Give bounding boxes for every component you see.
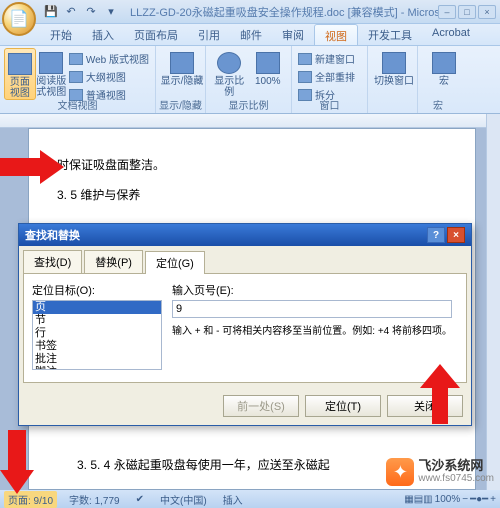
macro-icon: [432, 52, 456, 74]
dialog-body: 定位目标(O): 页 节 行 书签 批注 脚注 输入页号(E): 输入 + 和 …: [23, 273, 467, 383]
ribbon: 页面视图 阅读版式视图 Web 版式视图 大纲视图 普通视图 文档视图 显示/隐…: [0, 46, 500, 114]
print-layout-button[interactable]: 页面视图: [4, 48, 36, 100]
list-item[interactable]: 页: [33, 301, 161, 314]
page-number-label: 输入页号(E):: [172, 282, 452, 298]
tab-goto[interactable]: 定位(G): [145, 251, 205, 274]
outline-icon: [69, 71, 83, 83]
page-number-input[interactable]: [172, 300, 452, 318]
zoom-in-button[interactable]: +: [490, 494, 496, 505]
tab-references[interactable]: 引用: [188, 24, 230, 45]
dialog-close-button[interactable]: ×: [447, 227, 465, 243]
zoom-controls: ▦▤▥ 100% − ━●━ +: [404, 494, 496, 505]
status-page[interactable]: 页面: 9/10: [4, 491, 57, 508]
tab-review[interactable]: 审阅: [272, 24, 314, 45]
tab-view[interactable]: 视图: [314, 24, 358, 45]
web-icon: [69, 53, 83, 65]
window-title: LLZZ-GD-20永磁起重吸盘安全操作规程.doc [兼容模式] - Micr…: [130, 4, 438, 20]
window-controls: – □ ×: [438, 5, 496, 19]
ribbon-group-window: 新建窗口 全部重排 拆分 窗口: [292, 46, 368, 113]
close-button[interactable]: 关闭: [387, 395, 463, 417]
ribbon-group-switch: 切换窗口: [368, 46, 418, 113]
undo-icon[interactable]: ↶: [64, 5, 78, 19]
zoom-icon: [217, 52, 241, 74]
zoom-100-button[interactable]: 100%: [249, 48, 288, 100]
find-replace-dialog: 查找和替换 ? × 查找(D) 替换(P) 定位(G) 定位目标(O): 页 节…: [18, 223, 472, 426]
new-window-icon: [298, 53, 312, 65]
watermark-url: www.fs0745.com: [418, 472, 494, 485]
dialog-tabs: 查找(D) 替换(P) 定位(G): [19, 246, 471, 273]
outline-button[interactable]: 大纲视图: [67, 68, 151, 85]
quick-access-toolbar: 💾 ↶ ↷ ▾: [44, 5, 118, 19]
watermark-logo-icon: ✦: [386, 458, 414, 486]
minimize-button[interactable]: –: [438, 5, 456, 19]
show-hide-button[interactable]: 显示/隐藏: [160, 48, 204, 100]
dialog-titlebar[interactable]: 查找和替换 ? ×: [19, 224, 471, 246]
dialog-help-button[interactable]: ?: [427, 227, 445, 243]
tab-acrobat[interactable]: Acrobat: [422, 24, 480, 45]
status-language[interactable]: 中文(中国): [156, 492, 211, 507]
reading-layout-button[interactable]: 阅读版式视图: [36, 48, 67, 100]
tab-find[interactable]: 查找(D): [23, 250, 82, 273]
arrange-button[interactable]: 全部重排: [296, 68, 363, 85]
status-proof[interactable]: ✔: [132, 494, 148, 505]
new-window-button[interactable]: 新建窗口: [296, 50, 363, 67]
target-label: 定位目标(O):: [32, 282, 162, 298]
dialog-title-text: 查找和替换: [25, 227, 80, 243]
goto-button[interactable]: 定位(T): [305, 395, 381, 417]
tab-developer[interactable]: 开发工具: [358, 24, 422, 45]
tab-home[interactable]: 开始: [40, 24, 82, 45]
pct-icon: [256, 52, 280, 74]
list-item[interactable]: 批注: [33, 353, 161, 366]
ribbon-group-views: 页面视图 阅读版式视图 Web 版式视图 大纲视图 普通视图 文档视图: [0, 46, 156, 113]
prev-button[interactable]: 前一处(S): [223, 395, 299, 417]
tab-insert[interactable]: 插入: [82, 24, 124, 45]
switch-window-button[interactable]: 切换窗口: [372, 48, 416, 100]
list-item[interactable]: 行: [33, 327, 161, 340]
vertical-scrollbar[interactable]: [486, 114, 500, 490]
ribbon-group-show: 显示/隐藏 显示/隐藏: [156, 46, 206, 113]
list-item[interactable]: 节: [33, 314, 161, 327]
target-listbox[interactable]: 页 节 行 书签 批注 脚注: [32, 300, 162, 370]
ruler[interactable]: [0, 114, 486, 128]
ribbon-tabs: 开始 插入 页面布局 引用 邮件 审阅 视图 开发工具 Acrobat: [0, 24, 500, 46]
close-button[interactable]: ×: [478, 5, 496, 19]
tab-layout[interactable]: 页面布局: [124, 24, 188, 45]
dialog-footer: 前一处(S) 定位(T) 关闭: [19, 387, 471, 425]
redo-icon[interactable]: ↷: [84, 5, 98, 19]
list-item[interactable]: 书签: [33, 340, 161, 353]
list-item[interactable]: 脚注: [33, 366, 161, 370]
tab-replace[interactable]: 替换(P): [84, 250, 143, 273]
doc-heading: 3. 5 维护与保养: [57, 185, 447, 205]
view-buttons[interactable]: ▦▤▥: [404, 494, 432, 505]
dialog-hint: 输入 + 和 - 可将相关内容移至当前位置。例如: +4 将前移四项。: [172, 322, 452, 337]
web-layout-button[interactable]: Web 版式视图: [67, 50, 151, 67]
status-mode[interactable]: 插入: [219, 492, 247, 507]
arrange-icon: [298, 71, 312, 83]
switch-icon: [382, 52, 406, 74]
office-button[interactable]: 📄: [2, 2, 36, 36]
zoom-out-button[interactable]: −: [462, 494, 468, 505]
view-small-buttons: Web 版式视图 大纲视图 普通视图: [67, 48, 151, 103]
macros-button[interactable]: 宏: [422, 48, 466, 100]
show-icon: [170, 52, 194, 74]
tab-mailings[interactable]: 邮件: [230, 24, 272, 45]
save-icon[interactable]: 💾: [44, 5, 58, 19]
watermark-name: 飞沙系统网: [418, 459, 494, 472]
titlebar: 💾 ↶ ↷ ▾ LLZZ-GD-20永磁起重吸盘安全操作规程.doc [兼容模式…: [0, 0, 500, 24]
status-words[interactable]: 字数: 1,779: [65, 492, 124, 507]
maximize-button[interactable]: □: [458, 5, 476, 19]
page-icon: [8, 53, 32, 75]
ribbon-group-zoom: 显示比例 100% 显示比例: [206, 46, 292, 113]
statusbar: 页面: 9/10 字数: 1,779 ✔ 中文(中国) 插入 ▦▤▥ 100% …: [0, 490, 500, 508]
doc-line: 时保证吸盘面整洁。: [57, 155, 447, 175]
zoom-slider[interactable]: ━●━: [470, 494, 488, 505]
zoom-value[interactable]: 100%: [435, 494, 461, 505]
zoom-button[interactable]: 显示比例: [210, 48, 249, 100]
reading-icon: [39, 52, 63, 74]
qat-more-icon[interactable]: ▾: [104, 5, 118, 19]
watermark: ✦ 飞沙系统网 www.fs0745.com: [386, 458, 494, 486]
ribbon-group-macros: 宏 宏: [418, 46, 458, 113]
